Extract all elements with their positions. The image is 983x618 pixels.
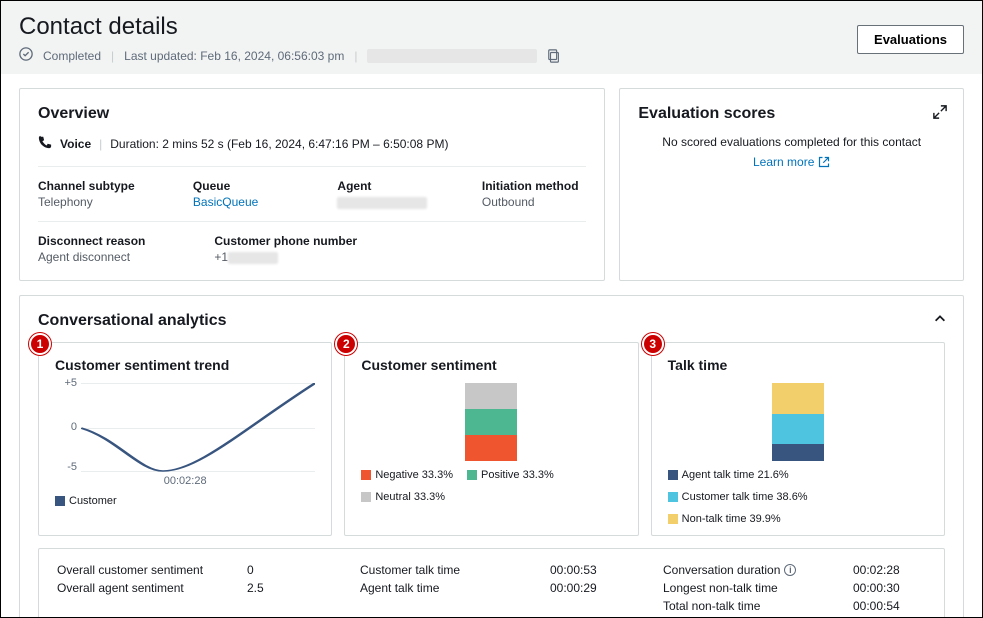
sentiment-stack	[465, 383, 517, 461]
phone-value: +1	[214, 250, 586, 264]
duration-label: Duration: 2 mins 52 s (Feb 16, 2024, 6:4…	[110, 137, 448, 151]
longest-nontalk-time: Longest non-talk time 00:00:30	[663, 581, 926, 595]
info-icon[interactable]: i	[784, 564, 796, 576]
seg-negative	[465, 435, 517, 461]
callout-3: 3	[642, 333, 664, 355]
agent-value	[337, 195, 441, 209]
separator: |	[99, 137, 102, 151]
trend-line	[81, 383, 315, 473]
channel-label: Voice	[60, 137, 91, 151]
phone-icon	[38, 135, 52, 152]
total-nontalk-time: Total non-talk time 00:00:54	[663, 599, 926, 613]
learn-more-link[interactable]: Learn more	[753, 155, 830, 169]
customer-talk-time: Customer talk time 00:00:53	[360, 563, 623, 577]
agent-talk-time: Agent talk time 00:00:29	[360, 581, 623, 595]
channel-subtype-value: Telephony	[38, 195, 153, 209]
trend-time-label: 00:02:28	[55, 475, 315, 487]
evaluations-button[interactable]: Evaluations	[857, 25, 964, 54]
seg-nontalk	[772, 383, 824, 414]
initiation-value: Outbound	[482, 195, 586, 209]
callout-1: 1	[29, 333, 51, 355]
initiation-label: Initiation method	[482, 179, 586, 193]
talk-stack	[772, 383, 824, 461]
overview-title: Overview	[38, 105, 586, 123]
y-tick-0: 0	[55, 421, 77, 433]
channel-subtype-label: Channel subtype	[38, 179, 153, 193]
legend-customer: Customer	[55, 495, 117, 507]
phone-label: Customer phone number	[214, 234, 586, 248]
longest-nontalk-link[interactable]: 00:00:30	[853, 581, 900, 595]
overall-customer-sentiment: Overall customer sentiment 0	[57, 563, 320, 577]
page-header: Contact details Completed | Last updated…	[1, 1, 982, 74]
copy-icon[interactable]	[547, 49, 561, 63]
y-tick-plus5: +5	[55, 377, 77, 389]
y-tick-minus5: -5	[55, 461, 77, 473]
page-subheader: Completed | Last updated: Feb 16, 2024, …	[19, 47, 964, 64]
talk-title: Talk time	[668, 357, 928, 373]
evaluation-scores-panel: Evaluation scores No scored evaluations …	[619, 88, 964, 281]
expand-icon[interactable]	[933, 105, 947, 122]
disconnect-value: Agent disconnect	[38, 250, 174, 264]
conv-title: Conversational analytics	[38, 312, 945, 330]
last-updated-text: Last updated: Feb 16, 2024, 06:56:03 pm	[124, 49, 344, 63]
status-text: Completed	[43, 49, 101, 63]
trend-title: Customer sentiment trend	[55, 357, 315, 373]
trend-chart: +5 0 -5	[55, 383, 315, 473]
eval-title: Evaluation scores	[638, 105, 945, 123]
conversation-duration: Conversation durationi 00:02:28	[663, 563, 926, 577]
seg-customer-talk	[772, 414, 824, 444]
page-title: Contact details	[19, 13, 964, 41]
queue-label: Queue	[193, 179, 297, 193]
contact-id-redacted	[367, 49, 537, 63]
seg-agent-talk	[772, 444, 824, 461]
agent-label: Agent	[337, 179, 441, 193]
chevron-up-icon[interactable]	[933, 312, 947, 329]
callout-2: 2	[335, 333, 357, 355]
voice-row: Voice | Duration: 2 mins 52 s (Feb 16, 2…	[38, 135, 586, 152]
customer-sentiment-trend-card: 1 Customer sentiment trend +5 0 -5 00:02…	[38, 342, 332, 536]
separator: |	[111, 49, 114, 63]
legend-agent-talk: Agent talk time 21.6%	[668, 469, 789, 481]
external-link-icon	[818, 156, 830, 168]
legend-negative: Negative 33.3%	[361, 469, 453, 481]
status-icon	[19, 47, 33, 64]
seg-neutral	[465, 383, 517, 409]
summary-row: Overall customer sentiment 0 Overall age…	[38, 548, 945, 618]
sentiment-title: Customer sentiment	[361, 357, 621, 373]
disconnect-label: Disconnect reason	[38, 234, 174, 248]
overview-panel: Overview Voice | Duration: 2 mins 52 s (…	[19, 88, 605, 281]
conversational-analytics-panel: Conversational analytics 1 Customer sent…	[19, 295, 964, 618]
overall-agent-sentiment: Overall agent sentiment 2.5	[57, 581, 320, 595]
legend-customer-talk: Customer talk time 38.6%	[668, 491, 808, 503]
talk-time-card: 3 Talk time Agent talk time 21.6% Custom…	[651, 342, 945, 536]
seg-positive	[465, 409, 517, 435]
queue-value-link[interactable]: BasicQueue	[193, 195, 297, 209]
customer-sentiment-card: 2 Customer sentiment Negative 33.3% Posi…	[344, 342, 638, 536]
separator: |	[354, 49, 357, 63]
legend-neutral: Neutral 33.3%	[361, 491, 445, 503]
legend-positive: Positive 33.3%	[467, 469, 554, 481]
eval-empty-text: No scored evaluations completed for this…	[662, 135, 921, 149]
legend-nontalk: Non-talk time 39.9%	[668, 513, 781, 525]
